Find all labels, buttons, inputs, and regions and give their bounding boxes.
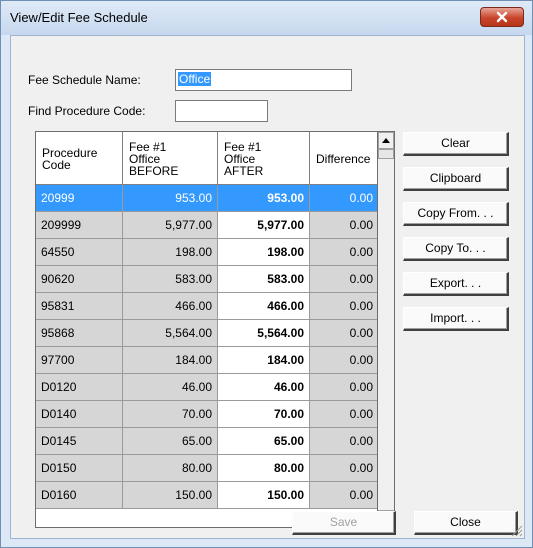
difference-cell: 0.00: [310, 374, 377, 400]
procedure-code-cell: D0120: [36, 374, 123, 400]
procedure-code-cell: 95831: [36, 293, 123, 319]
difference-cell: 0.00: [310, 293, 377, 319]
table-row[interactable]: 95831 466.00 466.00 0.00: [36, 293, 377, 320]
import-button[interactable]: Import. . .: [403, 307, 509, 331]
procedure-code-cell: D0150: [36, 455, 123, 481]
fee-before-cell: 46.00: [123, 374, 218, 400]
table-row[interactable]: 64550 198.00 198.00 0.00: [36, 239, 377, 266]
scroll-up-button[interactable]: [378, 132, 394, 149]
header-line: Procedure: [42, 145, 98, 160]
fee-after-cell[interactable]: 198.00: [218, 239, 310, 265]
difference-cell: 0.00: [310, 428, 377, 454]
fee-after-cell[interactable]: 583.00: [218, 266, 310, 292]
table-row[interactable]: 209999 5,977.00 5,977.00 0.00: [36, 212, 377, 239]
fee-before-cell: 80.00: [123, 455, 218, 481]
header-line: Fee #1: [129, 139, 167, 154]
procedure-code-cell: 90620: [36, 266, 123, 292]
procedure-code-cell: 97700: [36, 347, 123, 373]
fee-before-cell: 583.00: [123, 266, 218, 292]
fee-before-cell: 5,977.00: [123, 212, 218, 238]
table-row[interactable]: D0160 150.00 150.00 0.00: [36, 482, 377, 509]
clear-button[interactable]: Clear: [403, 132, 509, 156]
difference-cell: 0.00: [310, 185, 377, 211]
fee-after-cell[interactable]: 70.00: [218, 401, 310, 427]
header-line: Office: [129, 151, 161, 166]
procedure-code-cell: D0145: [36, 428, 123, 454]
header-line: Fee #1: [224, 139, 262, 154]
header-line: Difference: [316, 151, 371, 166]
export-button[interactable]: Export. . .: [403, 272, 509, 296]
header-line: AFTER: [224, 163, 264, 178]
clipboard-button[interactable]: Clipboard: [403, 167, 509, 191]
fee-after-cell[interactable]: 46.00: [218, 374, 310, 400]
fee-after-cell[interactable]: 65.00: [218, 428, 310, 454]
grid-vertical-scrollbar[interactable]: [378, 131, 395, 528]
fee-schedule-name-label: Fee Schedule Name:: [28, 73, 141, 87]
window-title: View/Edit Fee Schedule: [10, 10, 148, 25]
fee-after-cell[interactable]: 466.00: [218, 293, 310, 319]
fee-before-cell: 953.00: [123, 185, 218, 211]
fee-schedule-name-value: Office: [178, 72, 212, 86]
fee-before-cell: 198.00: [123, 239, 218, 265]
fee-before-cell: 184.00: [123, 347, 218, 373]
fee-after-cell[interactable]: 150.00: [218, 482, 310, 508]
table-row[interactable]: 95868 5,564.00 5,564.00 0.00: [36, 320, 377, 347]
find-procedure-code-input[interactable]: [175, 100, 268, 122]
table-row[interactable]: 97700 184.00 184.00 0.00: [36, 347, 377, 374]
procedure-code-cell: 20999: [36, 185, 123, 211]
fee-before-cell: 65.00: [123, 428, 218, 454]
table-row[interactable]: D0120 46.00 46.00 0.00: [36, 374, 377, 401]
close-icon: [496, 11, 508, 23]
difference-cell: 0.00: [310, 401, 377, 427]
header-difference[interactable]: Difference: [310, 132, 377, 185]
table-row[interactable]: D0150 80.00 80.00 0.00: [36, 455, 377, 482]
fee-after-cell[interactable]: 5,564.00: [218, 320, 310, 346]
header-line: Office: [224, 151, 256, 166]
difference-cell: 0.00: [310, 212, 377, 238]
header-fee-before[interactable]: Fee #1 Office BEFORE: [123, 132, 218, 185]
procedure-code-cell: 64550: [36, 239, 123, 265]
copy-from-button[interactable]: Copy From. . .: [403, 202, 509, 226]
difference-cell: 0.00: [310, 347, 377, 373]
fee-schedule-name-input[interactable]: Office: [175, 69, 352, 91]
fee-after-cell[interactable]: 953.00: [218, 185, 310, 211]
fee-before-cell: 466.00: [123, 293, 218, 319]
difference-cell: 0.00: [310, 266, 377, 292]
title-bar[interactable]: View/Edit Fee Schedule: [1, 1, 532, 35]
fee-after-cell[interactable]: 184.00: [218, 347, 310, 373]
table-row[interactable]: D0140 70.00 70.00 0.00: [36, 401, 377, 428]
difference-cell: 0.00: [310, 320, 377, 346]
fee-after-cell[interactable]: 5,977.00: [218, 212, 310, 238]
fee-before-cell: 5,564.00: [123, 320, 218, 346]
difference-cell: 0.00: [310, 455, 377, 481]
procedure-code-cell: D0160: [36, 482, 123, 508]
dialog-body: Fee Schedule Name: Office Find Procedure…: [10, 35, 525, 539]
arrow-up-icon: [382, 138, 390, 143]
procedure-code-cell: 95868: [36, 320, 123, 346]
procedure-code-cell: 209999: [36, 212, 123, 238]
scroll-thumb[interactable]: [378, 149, 394, 159]
resize-grip-icon[interactable]: [509, 523, 523, 537]
window-close-button[interactable]: [480, 7, 524, 27]
difference-cell: 0.00: [310, 482, 377, 508]
table-row[interactable]: D0145 65.00 65.00 0.00: [36, 428, 377, 455]
fee-before-cell: 70.00: [123, 401, 218, 427]
difference-cell: 0.00: [310, 239, 377, 265]
grid-header: Procedure Code Fee #1 Office BEFORE Fee …: [36, 132, 377, 185]
table-row[interactable]: 90620 583.00 583.00 0.00: [36, 266, 377, 293]
procedure-code-cell: D0140: [36, 401, 123, 427]
table-row[interactable]: 20999 953.00 953.00 0.00: [36, 185, 377, 212]
fee-schedule-grid[interactable]: Procedure Code Fee #1 Office BEFORE Fee …: [35, 131, 378, 528]
dialog-window: View/Edit Fee Schedule Fee Schedule Name…: [0, 0, 533, 548]
close-button[interactable]: Close: [414, 511, 518, 535]
header-procedure-code[interactable]: Procedure Code: [36, 132, 123, 185]
fee-after-cell[interactable]: 80.00: [218, 455, 310, 481]
header-line: Code: [42, 157, 71, 172]
find-procedure-code-label: Find Procedure Code:: [28, 104, 146, 118]
save-button[interactable]: Save: [292, 511, 396, 535]
header-fee-after[interactable]: Fee #1 Office AFTER: [218, 132, 310, 185]
header-line: BEFORE: [129, 163, 179, 178]
copy-to-button[interactable]: Copy To. . .: [403, 237, 509, 261]
fee-before-cell: 150.00: [123, 482, 218, 508]
